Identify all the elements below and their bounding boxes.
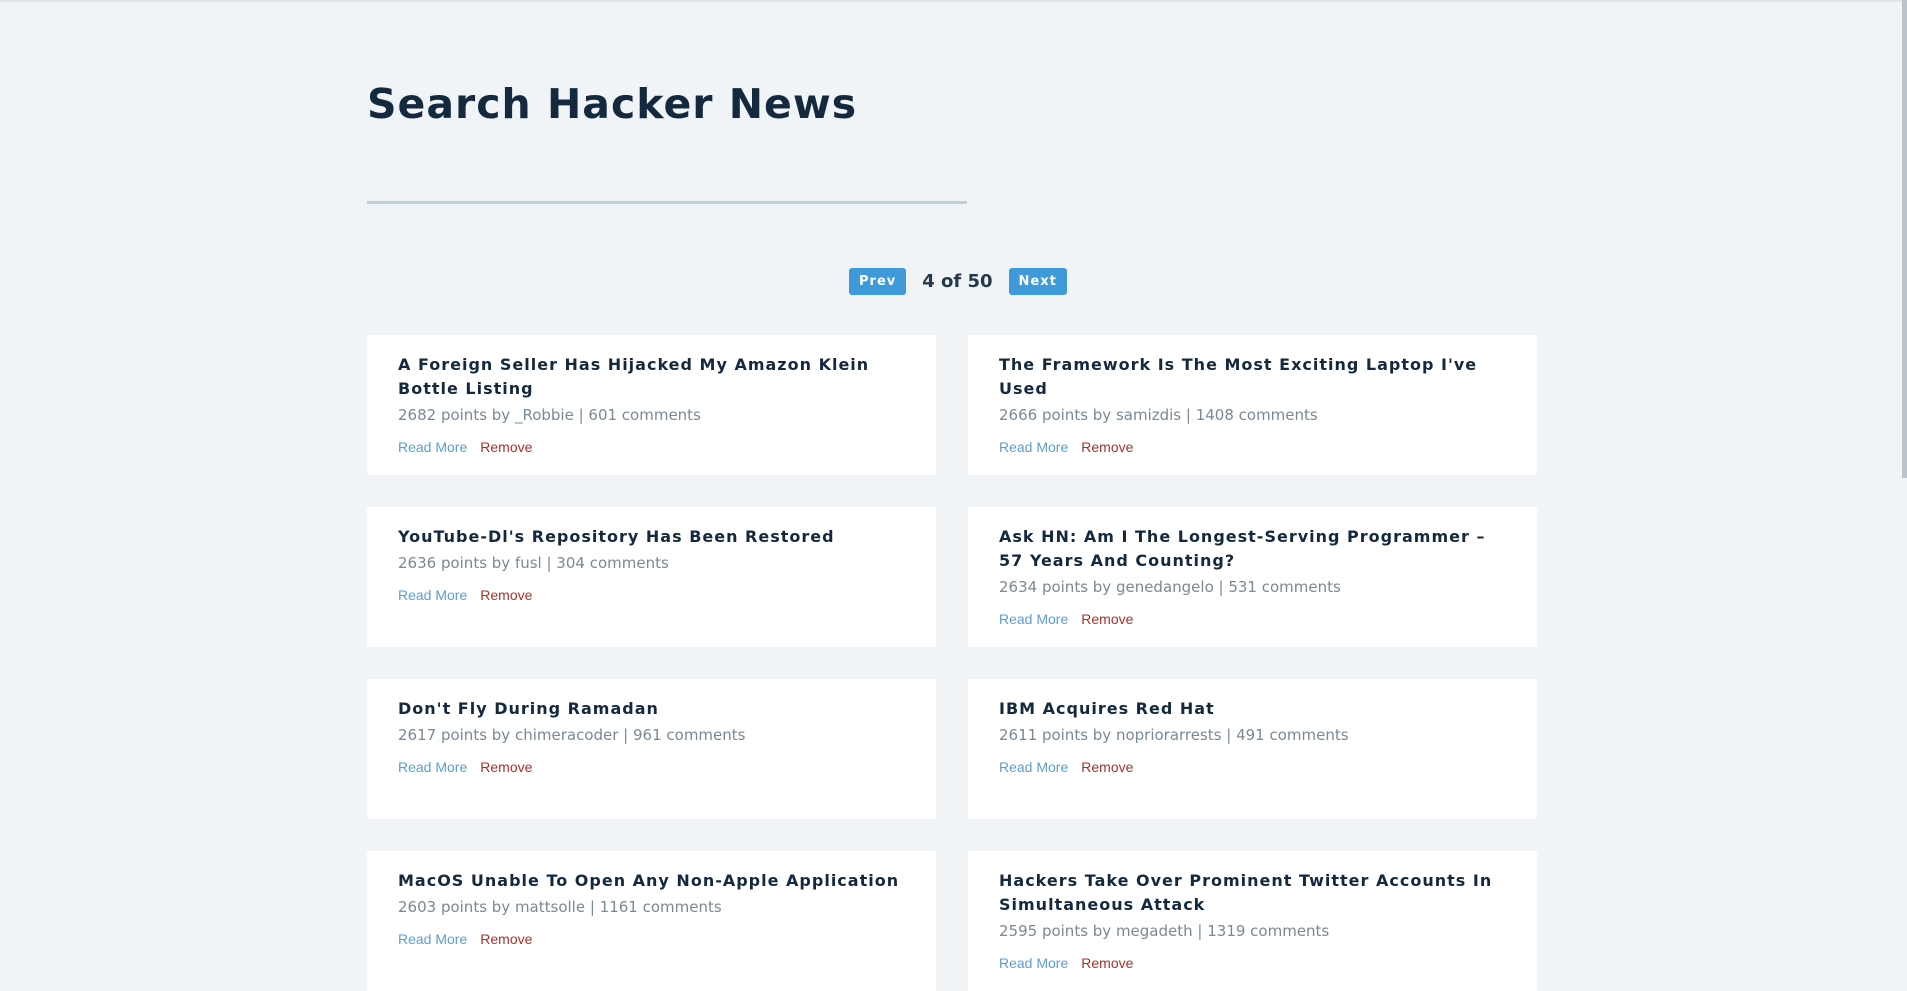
- story-actions: Read More Remove: [999, 439, 1507, 455]
- story-grid: A Foreign Seller Has Hijacked My Amazon …: [367, 335, 1537, 991]
- story-meta: 2603 points by mattsolle | 1161 comments: [398, 898, 722, 916]
- story-meta: 2634 points by genedangelo | 531 comment…: [999, 578, 1341, 596]
- search-input[interactable]: [367, 170, 967, 204]
- read-more-link[interactable]: Read More: [999, 955, 1068, 971]
- story-card: Hackers Take Over Prominent Twitter Acco…: [968, 851, 1537, 991]
- story-title[interactable]: Don't Fly During Ramadan: [398, 697, 906, 721]
- story-title[interactable]: YouTube-Dl's Repository Has Been Restore…: [398, 525, 906, 549]
- story-card: Don't Fly During Ramadan 2617 points by …: [367, 679, 936, 819]
- story-actions: Read More Remove: [398, 587, 906, 603]
- remove-button[interactable]: Remove: [1081, 439, 1133, 455]
- story-actions: Read More Remove: [999, 759, 1507, 775]
- remove-button[interactable]: Remove: [480, 759, 532, 775]
- story-meta: 2682 points by _Robbie | 601 comments: [398, 406, 701, 424]
- story-actions: Read More Remove: [398, 439, 906, 455]
- prev-button[interactable]: Prev: [849, 268, 907, 295]
- next-button[interactable]: Next: [1008, 268, 1067, 295]
- story-card: IBM Acquires Red Hat 2611 points by nopr…: [968, 679, 1537, 819]
- story-card: YouTube-Dl's Repository Has Been Restore…: [367, 507, 936, 647]
- story-card: A Foreign Seller Has Hijacked My Amazon …: [367, 335, 936, 475]
- remove-button[interactable]: Remove: [1081, 759, 1133, 775]
- read-more-link[interactable]: Read More: [398, 931, 467, 947]
- read-more-link[interactable]: Read More: [999, 611, 1068, 627]
- story-meta: 2611 points by nopriorarrests | 491 comm…: [999, 726, 1349, 744]
- story-meta: 2617 points by chimeracoder | 961 commen…: [398, 726, 746, 744]
- story-meta: 2636 points by fusl | 304 comments: [398, 554, 669, 572]
- remove-button[interactable]: Remove: [1081, 955, 1133, 971]
- story-actions: Read More Remove: [999, 611, 1507, 627]
- story-card: MacOS Unable To Open Any Non-Apple Appli…: [367, 851, 936, 991]
- story-actions: Read More Remove: [999, 955, 1507, 971]
- scrollbar[interactable]: [1902, 0, 1907, 970]
- story-meta: 2666 points by samizdis | 1408 comments: [999, 406, 1318, 424]
- top-divider: [0, 0, 1907, 2]
- story-title[interactable]: Hackers Take Over Prominent Twitter Acco…: [999, 869, 1507, 917]
- story-title[interactable]: A Foreign Seller Has Hijacked My Amazon …: [398, 353, 906, 401]
- story-title[interactable]: MacOS Unable To Open Any Non-Apple Appli…: [398, 869, 906, 893]
- story-title[interactable]: Ask HN: Am I The Longest-Serving Program…: [999, 525, 1507, 573]
- story-card: The Framework Is The Most Exciting Lapto…: [968, 335, 1537, 475]
- story-title[interactable]: The Framework Is The Most Exciting Lapto…: [999, 353, 1507, 401]
- story-meta: 2595 points by megadeth | 1319 comments: [999, 922, 1330, 940]
- remove-button[interactable]: Remove: [480, 439, 532, 455]
- read-more-link[interactable]: Read More: [398, 759, 467, 775]
- story-actions: Read More Remove: [398, 759, 906, 775]
- story-actions: Read More Remove: [398, 931, 906, 947]
- pagination: Prev 4 of 50 Next: [849, 268, 1067, 295]
- story-card: Ask HN: Am I The Longest-Serving Program…: [968, 507, 1537, 647]
- remove-button[interactable]: Remove: [480, 587, 532, 603]
- read-more-link[interactable]: Read More: [999, 759, 1068, 775]
- read-more-link[interactable]: Read More: [398, 587, 467, 603]
- story-title[interactable]: IBM Acquires Red Hat: [999, 697, 1507, 721]
- read-more-link[interactable]: Read More: [999, 439, 1068, 455]
- page-indicator: 4 of 50: [922, 271, 993, 292]
- page-title: Search Hacker News: [367, 80, 858, 128]
- scrollbar-thumb[interactable]: [1902, 0, 1907, 478]
- read-more-link[interactable]: Read More: [398, 439, 467, 455]
- remove-button[interactable]: Remove: [480, 931, 532, 947]
- remove-button[interactable]: Remove: [1081, 611, 1133, 627]
